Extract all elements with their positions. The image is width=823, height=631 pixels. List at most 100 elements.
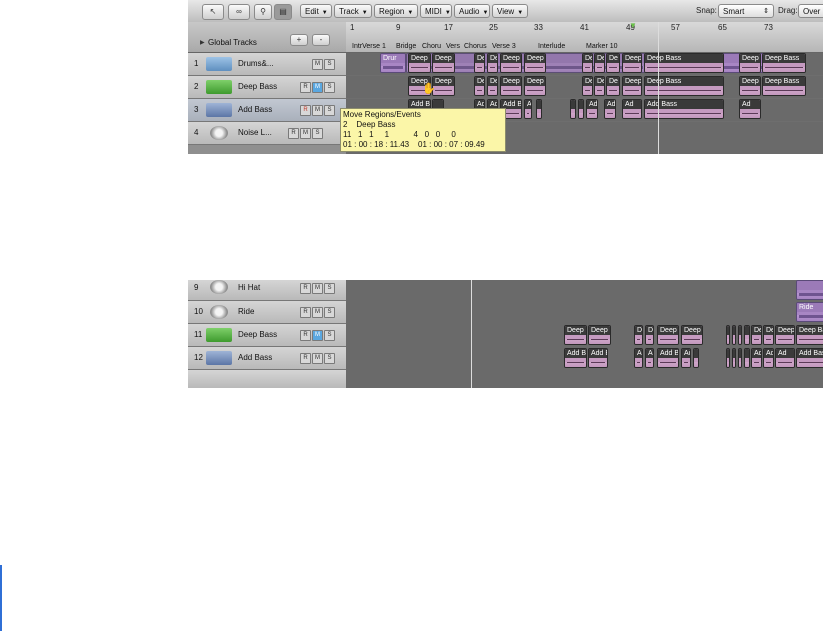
marker-label[interactable]: Interlude	[538, 43, 565, 50]
record-button[interactable]: R	[300, 105, 311, 116]
track-row-deep-bass[interactable]: 2 Deep Bass R M S	[188, 76, 346, 99]
region[interactable]: Deep Bass	[762, 76, 806, 96]
mute-button[interactable]: M	[312, 105, 323, 116]
region[interactable]	[726, 348, 730, 368]
track-row-noise[interactable]: 4 Noise L... R M S	[188, 122, 346, 145]
region[interactable]: Deep	[622, 76, 642, 96]
region[interactable]: De	[606, 53, 620, 73]
track-row-add-bass[interactable]: 3 Add Bass R M S	[188, 99, 346, 122]
region[interactable]: Deep	[739, 76, 761, 96]
marker-label[interactable]: Marker 10	[586, 43, 618, 50]
region[interactable]: De	[594, 53, 605, 73]
pointer-tool-icon[interactable]: ↖	[202, 4, 224, 20]
menu-track[interactable]: Track ▼	[334, 4, 372, 18]
region[interactable]: Add Bass	[796, 348, 823, 368]
region[interactable]: Deep Bass	[796, 325, 823, 345]
region[interactable]: Deep	[775, 325, 795, 345]
inspector-icon[interactable]: ▤	[274, 4, 292, 20]
region[interactable]: Ad	[751, 348, 762, 368]
region[interactable]: Deep	[524, 76, 546, 96]
menu-edit[interactable]: Edit ▼	[300, 4, 332, 18]
region[interactable]	[744, 325, 750, 345]
region[interactable]: Ad	[622, 99, 642, 119]
region[interactable]: De	[474, 76, 485, 96]
mute-button[interactable]: M	[300, 128, 311, 139]
solo-button[interactable]: S	[324, 59, 335, 70]
region[interactable]: Add B	[657, 348, 679, 368]
link-icon[interactable]: ∞	[228, 4, 250, 20]
marker-label[interactable]: Bridge	[396, 43, 416, 50]
menu-audio[interactable]: Audio ▼	[454, 4, 490, 18]
region[interactable]: Ad	[634, 348, 643, 368]
region[interactable]: Deep	[524, 53, 546, 73]
region[interactable]: Deep	[622, 53, 642, 73]
region[interactable]: Ad	[775, 348, 795, 368]
region[interactable]	[536, 99, 542, 119]
region[interactable]: Ad	[739, 99, 761, 119]
track-row-add-bass[interactable]: 12 Add Bass R M S	[188, 347, 346, 370]
region[interactable]: Deep	[681, 325, 703, 345]
region[interactable]	[570, 99, 576, 119]
global-tracks-row[interactable]: ▶ Global Tracks + -	[188, 22, 346, 53]
solo-button[interactable]: S	[324, 307, 335, 318]
catch-icon[interactable]: ⚲	[254, 4, 272, 20]
region[interactable]	[726, 325, 730, 345]
region[interactable]: Ad	[586, 99, 598, 119]
region[interactable]: Deep	[500, 53, 522, 73]
track-row-deep-bass[interactable]: 11 Deep Bass R M S	[188, 324, 346, 347]
solo-button[interactable]: S	[324, 283, 335, 294]
region[interactable]: Ad	[524, 99, 532, 119]
mute-button[interactable]: M	[312, 283, 323, 294]
region[interactable]: Deep Bass	[644, 53, 724, 73]
region[interactable]: Ad	[645, 348, 654, 368]
marker-label[interactable]: Verse 3	[492, 43, 516, 50]
marker-label[interactable]: Chorus	[464, 43, 487, 50]
region[interactable]: Add B	[564, 348, 587, 368]
record-button[interactable]: R	[300, 283, 311, 294]
region[interactable]	[796, 280, 823, 300]
region[interactable]: De	[751, 325, 762, 345]
add-track-button[interactable]: +	[290, 34, 308, 46]
region[interactable]: De	[582, 53, 593, 73]
region[interactable]: Add Bass	[644, 99, 724, 119]
region[interactable]: De	[763, 325, 774, 345]
region[interactable]: De	[582, 76, 593, 96]
mute-button[interactable]: M	[312, 330, 323, 341]
mute-button[interactable]: M	[312, 353, 323, 364]
menu-region[interactable]: Region ▼	[374, 4, 418, 18]
region[interactable]: Add B	[588, 348, 608, 368]
marker-label[interactable]: IntrVerse 1	[352, 43, 386, 50]
solo-button[interactable]: S	[324, 105, 335, 116]
record-button[interactable]: R	[300, 353, 311, 364]
region[interactable]: Deep	[500, 76, 522, 96]
region[interactable]	[732, 325, 736, 345]
folder-button[interactable]: -	[312, 34, 330, 46]
region[interactable]	[738, 348, 742, 368]
mute-button[interactable]: M	[312, 82, 323, 93]
region[interactable]: De	[474, 53, 485, 73]
marker-label[interactable]: Vers	[446, 43, 460, 50]
region[interactable]: Deep	[432, 53, 455, 73]
region[interactable]: De	[634, 325, 643, 345]
track-row-drums[interactable]: 1 Drums&... M S	[188, 53, 346, 76]
region[interactable]	[693, 348, 699, 368]
region[interactable]	[578, 99, 584, 119]
playhead-marker-icon[interactable]: ▼	[629, 21, 637, 30]
region[interactable]: Ad	[681, 348, 691, 368]
region[interactable]: Deep	[408, 53, 431, 73]
region[interactable]: Deep	[657, 325, 679, 345]
mute-button[interactable]: M	[312, 59, 323, 70]
region[interactable]: Deep	[588, 325, 611, 345]
region[interactable]	[738, 325, 742, 345]
solo-button[interactable]: S	[324, 330, 335, 341]
region[interactable]: De	[645, 325, 654, 345]
region[interactable]: De	[594, 76, 605, 96]
region[interactable]: Ad	[763, 348, 774, 368]
solo-button[interactable]: S	[324, 82, 335, 93]
drag-select[interactable]: Over	[798, 4, 823, 18]
region[interactable]	[732, 348, 736, 368]
record-button[interactable]: R	[288, 128, 299, 139]
track-row-ride[interactable]: 10 Ride R M S	[188, 301, 346, 324]
snap-select[interactable]: Smart ⇕	[718, 4, 774, 18]
region[interactable]: De	[487, 76, 498, 96]
